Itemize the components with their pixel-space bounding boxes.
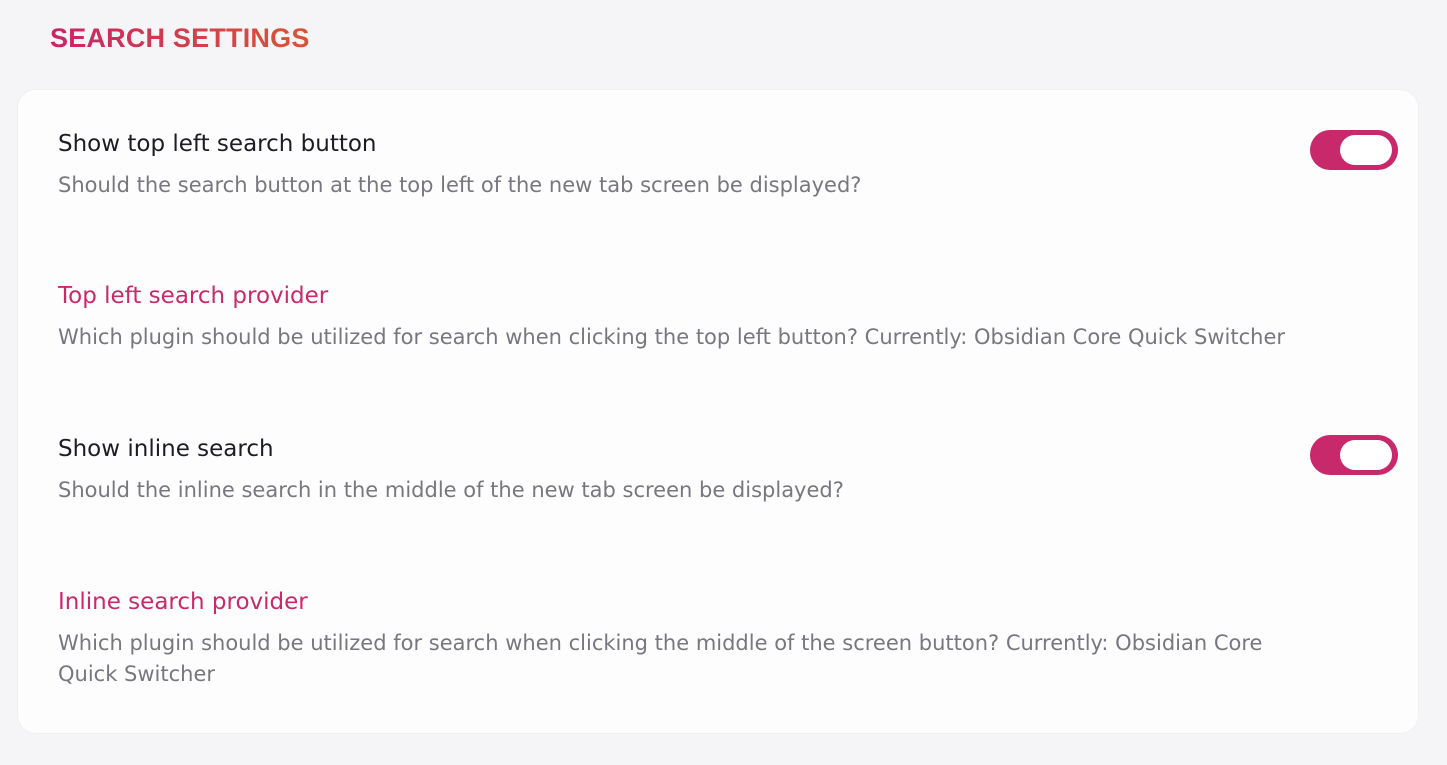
setting-title: Show top left search button <box>58 131 377 157</box>
setting-top-left-search-provider: Top left search provider Which plugin sh… <box>58 282 1378 353</box>
setting-description: Which plugin should be utilized for sear… <box>58 631 1263 686</box>
setting-description: Should the search button at the top left… <box>58 173 862 197</box>
show-top-left-search-toggle[interactable] <box>1310 130 1398 170</box>
toggle-knob <box>1340 440 1392 470</box>
top-left-search-provider-link[interactable]: Top left search provider <box>58 282 1378 310</box>
setting-show-inline-search: Show inline search Should the inline sea… <box>58 435 1398 506</box>
setting-title: Show inline search <box>58 436 274 462</box>
show-inline-search-toggle[interactable] <box>1310 435 1398 475</box>
setting-inline-search-provider: Inline search provider Which plugin shou… <box>58 588 1378 690</box>
inline-search-provider-link[interactable]: Inline search provider <box>58 588 1378 616</box>
toggle-knob <box>1340 135 1392 165</box>
section-title: SEARCH SETTINGS <box>50 23 310 53</box>
setting-show-top-left-search: Show top left search button Should the s… <box>58 130 1398 201</box>
setting-description: Should the inline search in the middle o… <box>58 478 844 502</box>
setting-description: Which plugin should be utilized for sear… <box>58 325 1286 349</box>
settings-card: Show top left search button Should the s… <box>18 90 1418 733</box>
